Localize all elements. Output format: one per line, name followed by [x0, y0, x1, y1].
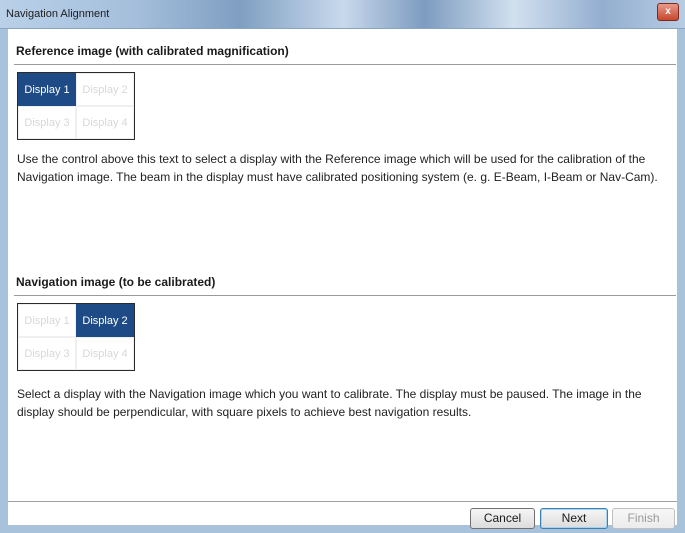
next-button[interactable]: Next — [540, 508, 608, 529]
reference-display-3[interactable]: Display 3 — [18, 106, 76, 139]
navigation-alignment-dialog: Navigation Alignment x Reference image (… — [0, 0, 685, 533]
window-title: Navigation Alignment — [6, 8, 110, 20]
reference-display-selector: Display 1 Display 2 Display 3 Display 4 — [17, 72, 135, 140]
navigation-display-4[interactable]: Display 4 — [76, 337, 134, 370]
title-bar[interactable]: Navigation Alignment x — [0, 0, 685, 29]
reference-display-2[interactable]: Display 2 — [76, 73, 134, 106]
reference-section-divider — [14, 64, 676, 65]
close-button[interactable]: x — [657, 3, 679, 21]
navigation-display-selector: Display 1 Display 2 Display 3 Display 4 — [17, 303, 135, 371]
navigation-display-1[interactable]: Display 1 — [18, 304, 76, 337]
navigation-description: Select a display with the Navigation ima… — [17, 387, 642, 419]
reference-section-title: Reference image (with calibrated magnifi… — [16, 44, 289, 58]
dialog-content: Reference image (with calibrated magnifi… — [8, 29, 677, 529]
navigation-section-title: Navigation image (to be calibrated) — [16, 275, 216, 289]
reference-description: Use the control above this text to selec… — [17, 152, 658, 184]
reference-display-1[interactable]: Display 1 — [18, 73, 76, 106]
button-bar-divider — [8, 501, 677, 502]
reference-display-4[interactable]: Display 4 — [76, 106, 134, 139]
navigation-section-divider — [14, 295, 676, 296]
cancel-button[interactable]: Cancel — [470, 508, 535, 529]
navigation-display-2[interactable]: Display 2 — [76, 304, 134, 337]
navigation-display-3[interactable]: Display 3 — [18, 337, 76, 370]
finish-button[interactable]: Finish — [612, 508, 675, 529]
